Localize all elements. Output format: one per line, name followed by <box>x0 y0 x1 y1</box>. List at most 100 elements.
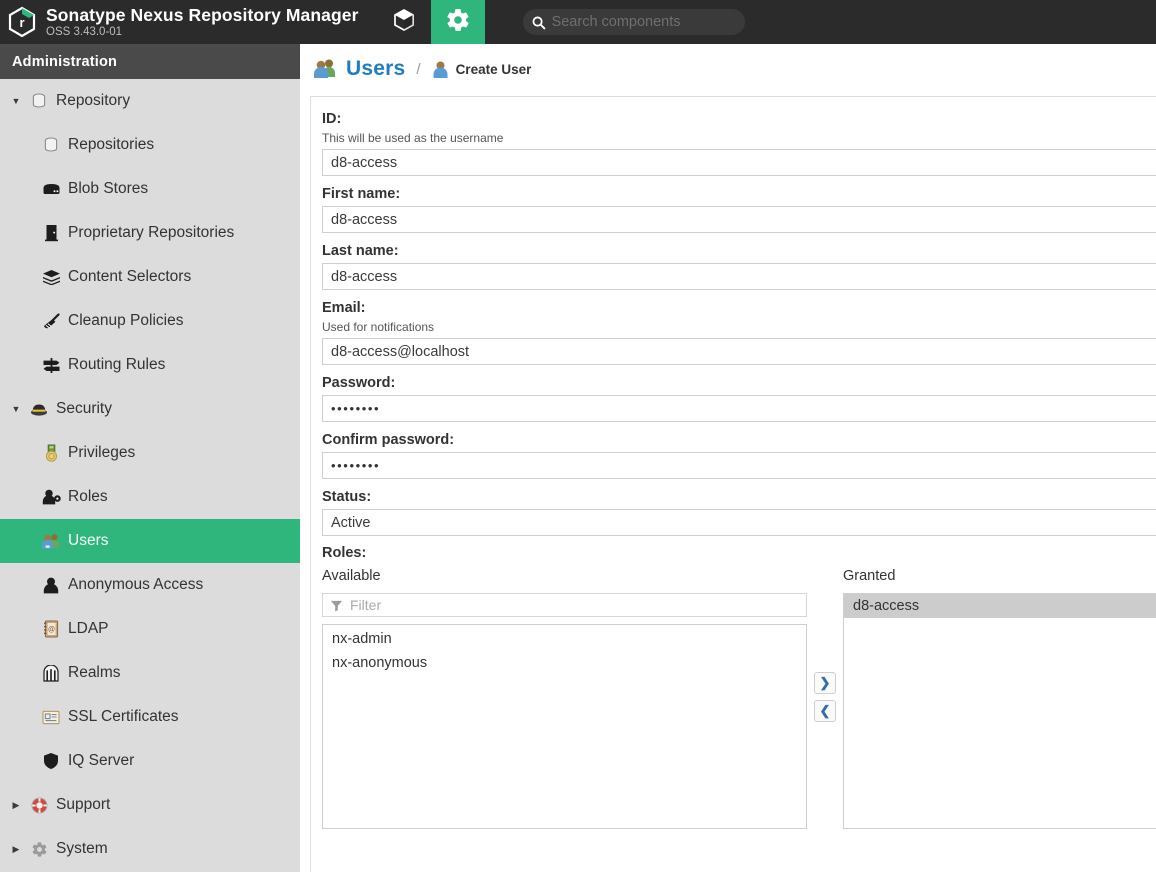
email-input[interactable]: d8-access@localhost <box>322 338 1156 365</box>
layers-icon <box>38 269 64 285</box>
sidebar-item-roles[interactable]: Roles <box>0 475 300 519</box>
sidebar-item-security[interactable]: ▼ Security <box>0 387 300 431</box>
application-window: r Sonatype Nexus Repository Manager OSS … <box>0 0 1156 872</box>
password-label: Password: <box>322 375 1156 391</box>
certificate-icon <box>38 710 64 725</box>
breadcrumb-root[interactable]: Users <box>346 57 405 81</box>
field-first-name: First name: d8-access <box>322 186 1156 233</box>
list-item[interactable]: d8-access <box>844 594 1156 618</box>
field-email: Email: Used for notifications d8-access@… <box>322 300 1156 365</box>
granted-heading: Granted <box>843 568 1156 587</box>
sidebar-item-label: Content Selectors <box>68 268 191 286</box>
sidebar-item-label: Support <box>56 796 110 814</box>
chevron-left-icon[interactable]: ❮ <box>814 700 836 722</box>
email-hint: Used for notifications <box>322 320 1156 334</box>
available-roles-list[interactable]: nx-adminnx-anonymous <box>322 624 807 829</box>
last-name-input[interactable]: d8-access <box>322 263 1156 290</box>
gear-icon <box>26 841 52 858</box>
sidebar-item-label: Cleanup Policies <box>68 312 183 330</box>
app-title: Sonatype Nexus Repository Manager <box>46 6 359 24</box>
sidebar-item-system[interactable]: ▶ System <box>0 827 300 871</box>
confirm-password-label: Confirm password: <box>322 432 1156 448</box>
sidebar-item-cleanup-policies[interactable]: Cleanup Policies <box>0 299 300 343</box>
funnel-icon <box>330 599 343 612</box>
database-icon <box>26 93 52 110</box>
chevron-down-icon[interactable]: ▼ <box>6 404 26 414</box>
sidebar-item-repository[interactable]: ▼Repository <box>0 79 300 123</box>
sidebar-item-label: IQ Server <box>68 752 134 770</box>
gate-icon <box>38 665 64 682</box>
app-version: OSS 3.43.0-01 <box>46 26 359 38</box>
first-name-input[interactable]: d8-access <box>322 206 1156 233</box>
sidebar-item-content-selectors[interactable]: Content Selectors <box>0 255 300 299</box>
list-item[interactable]: nx-anonymous <box>323 651 806 675</box>
breadcrumb: Users / Create User <box>300 44 1156 94</box>
id-hint: This will be used as the username <box>322 131 1156 145</box>
sidebar-item-anonymous-access[interactable]: Anonymous Access <box>0 563 300 607</box>
sidebar-item-support[interactable]: ▶ Support <box>0 783 300 827</box>
sidebar-item-realms[interactable]: Realms <box>0 651 300 695</box>
field-status: Status: Active <box>322 489 1156 536</box>
address-book-icon: @ <box>38 620 64 638</box>
sidebar-item-proprietary-repositories[interactable]: Proprietary Repositories <box>0 211 300 255</box>
nexus-hexagon-logo[interactable]: r <box>0 0 44 44</box>
sidebar-item-label: Realms <box>68 664 121 682</box>
sidebar-item-label: Users <box>68 532 108 550</box>
first-name-label: First name: <box>322 186 1156 202</box>
sidebar-item-privileges[interactable]: Privileges <box>0 431 300 475</box>
granted-roles-column: Granted d8-access <box>843 568 1156 829</box>
sidebar-item-label: Repositories <box>68 136 154 154</box>
tab-administration[interactable] <box>431 0 485 44</box>
available-filter-box[interactable] <box>322 593 807 617</box>
email-label: Email: <box>322 300 1156 316</box>
roles-section: Roles: Available nx-adminnx-an <box>322 545 1156 829</box>
broom-icon <box>38 313 64 330</box>
sidebar-item-label: Security <box>56 400 112 418</box>
sidebar-item-ssl-certificates[interactable]: SSL Certificates <box>0 695 300 739</box>
breadcrumb-leaf: Create User <box>456 62 532 77</box>
signpost-icon <box>38 357 64 374</box>
sidebar-item-iq-server[interactable]: IQ Server <box>0 739 300 783</box>
police-hat-icon <box>26 402 52 417</box>
chevron-right-icon[interactable]: ▶ <box>6 844 26 855</box>
svg-text:@: @ <box>48 626 55 633</box>
breadcrumb-separator: / <box>416 61 420 78</box>
users-icon <box>312 57 338 81</box>
sidebar-item-blob-stores[interactable]: Blob Stores <box>0 167 300 211</box>
search-input[interactable] <box>552 14 737 30</box>
password-input[interactable]: •••••••• <box>322 395 1156 422</box>
chevron-right-icon[interactable]: ❯ <box>814 672 836 694</box>
search-icon <box>531 15 546 30</box>
roles-transfer-widget: Available nx-adminnx-anonymous <box>322 568 1156 829</box>
search-components-box[interactable] <box>523 9 745 35</box>
sidebar-item-repositories[interactable]: Repositories <box>0 123 300 167</box>
sidebar-item-label: Anonymous Access <box>68 576 203 594</box>
last-name-label: Last name: <box>322 243 1156 259</box>
list-item[interactable]: nx-admin <box>323 627 806 651</box>
top-header-bar: r Sonatype Nexus Repository Manager OSS … <box>0 0 1156 44</box>
person-icon <box>38 577 64 594</box>
shield-icon <box>38 752 64 770</box>
sidebar-item-label: Roles <box>68 488 108 506</box>
available-filter-input[interactable] <box>350 597 799 613</box>
blob-store-icon <box>38 182 64 196</box>
cube-box-icon <box>392 8 416 37</box>
granted-roles-list[interactable]: d8-access <box>843 593 1156 829</box>
tab-browse[interactable] <box>377 0 431 44</box>
field-id: ID: This will be used as the username d8… <box>322 111 1156 176</box>
main-content-area: Users / Create User ID: This will be use… <box>300 44 1156 872</box>
sidebar-item-label: System <box>56 840 108 858</box>
sidebar-item-routing-rules[interactable]: Routing Rules <box>0 343 300 387</box>
chevron-right-icon[interactable]: ▶ <box>6 800 26 811</box>
confirm-password-input[interactable]: •••••••• <box>322 452 1156 479</box>
chevron-down-icon[interactable]: ▼ <box>6 96 26 106</box>
sidebar-nav-list: ▼Repository Repositories Blob Stores Propri… <box>0 79 300 871</box>
sidebar-item-ldap[interactable]: @LDAP <box>0 607 300 651</box>
sidebar-item-label: SSL Certificates <box>68 708 179 726</box>
sidebar-item-users[interactable]: Users <box>0 519 300 563</box>
door-icon <box>38 224 64 242</box>
id-input[interactable]: d8-access <box>322 149 1156 176</box>
status-select[interactable]: Active <box>322 509 1156 536</box>
sidebar-item-label: Blob Stores <box>68 180 148 198</box>
create-user-form-panel: ID: This will be used as the username d8… <box>310 96 1156 872</box>
